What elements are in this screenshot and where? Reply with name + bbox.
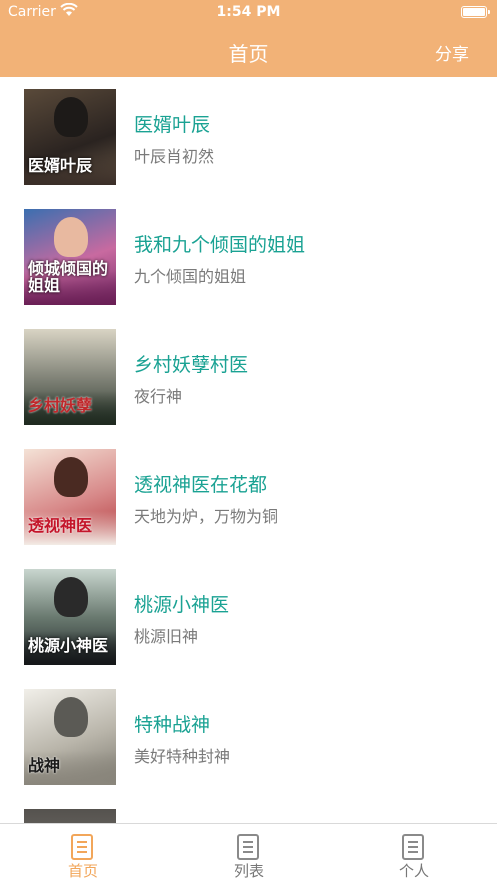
book-author: 九个倾国的姐姐 <box>134 267 247 286</box>
tab-label: 列表 <box>233 862 264 880</box>
cover-title: 乡村妖孽 <box>28 396 93 416</box>
book-cover-image: 医婿叶辰 <box>24 89 116 185</box>
list-document-icon <box>237 834 259 860</box>
tab-profile[interactable]: 个人 <box>331 824 497 884</box>
list-item[interactable]: 乡村妖孽 乡村妖孽村医 夜行神 <box>0 317 497 437</box>
list-item[interactable] <box>0 797 497 823</box>
book-author: 夜行神 <box>134 387 183 406</box>
cover-title: 倾城倾国的姐姐 <box>28 259 109 296</box>
book-cover-image: 战神 <box>24 689 116 785</box>
book-cover-image: 桃源小神医 <box>24 569 116 665</box>
book-author: 天地为炉，万物为铜 <box>134 507 279 526</box>
page-title: 首页 <box>228 42 269 66</box>
list-item[interactable]: 倾城倾国的姐姐 我和九个倾国的姐姐 九个倾国的姐姐 <box>0 197 497 317</box>
book-list[interactable]: 医婿叶辰 医婿叶辰 叶辰肖初然 倾城倾国的姐姐 我和九个倾国的姐姐 九个倾国的姐… <box>0 77 497 823</box>
list-item[interactable]: 透视神医 透视神医在花都 天地为炉，万物为铜 <box>0 437 497 557</box>
book-cover-image <box>24 809 116 823</box>
status-bar: Carrier 1:54 PM <box>0 0 497 26</box>
tab-home[interactable]: 首页 <box>0 824 166 884</box>
tab-bar: 首页 列表 个人 <box>0 823 497 884</box>
book-title: 医婿叶辰 <box>134 114 211 136</box>
book-title: 特种战神 <box>134 714 211 736</box>
book-cover-image: 倾城倾国的姐姐 <box>24 209 116 305</box>
cover-title: 医婿叶辰 <box>28 156 93 176</box>
tab-list[interactable]: 列表 <box>166 824 332 884</box>
cover-title: 战神 <box>28 756 61 776</box>
book-cover-image: 透视神医 <box>24 449 116 545</box>
cover-title: 透视神医 <box>28 516 93 536</box>
book-title: 桃源小神医 <box>134 594 230 616</box>
navigation-bar: 首页 分享 <box>0 26 497 77</box>
list-item[interactable]: 桃源小神医 桃源小神医 桃源旧神 <box>0 557 497 677</box>
book-author: 桃源旧神 <box>134 627 199 646</box>
battery-icon <box>461 6 490 18</box>
tab-label: 首页 <box>67 862 98 880</box>
list-document-icon <box>402 834 424 860</box>
list-item[interactable]: 战神 特种战神 美好特种封神 <box>0 677 497 797</box>
list-document-icon <box>71 834 93 860</box>
book-title: 乡村妖孽村医 <box>134 354 249 376</box>
clock: 1:54 PM <box>216 4 281 20</box>
book-author: 叶辰肖初然 <box>134 147 215 166</box>
cover-title: 桃源小神医 <box>28 636 109 656</box>
list-item[interactable]: 医婿叶辰 医婿叶辰 叶辰肖初然 <box>0 77 497 197</box>
book-title: 透视神医在花都 <box>134 474 268 496</box>
book-title: 我和九个倾国的姐姐 <box>134 234 306 256</box>
tab-label: 个人 <box>398 862 429 880</box>
share-button[interactable]: 分享 <box>435 40 469 65</box>
book-cover-image: 乡村妖孽 <box>24 329 116 425</box>
book-author: 美好特种封神 <box>134 747 231 766</box>
